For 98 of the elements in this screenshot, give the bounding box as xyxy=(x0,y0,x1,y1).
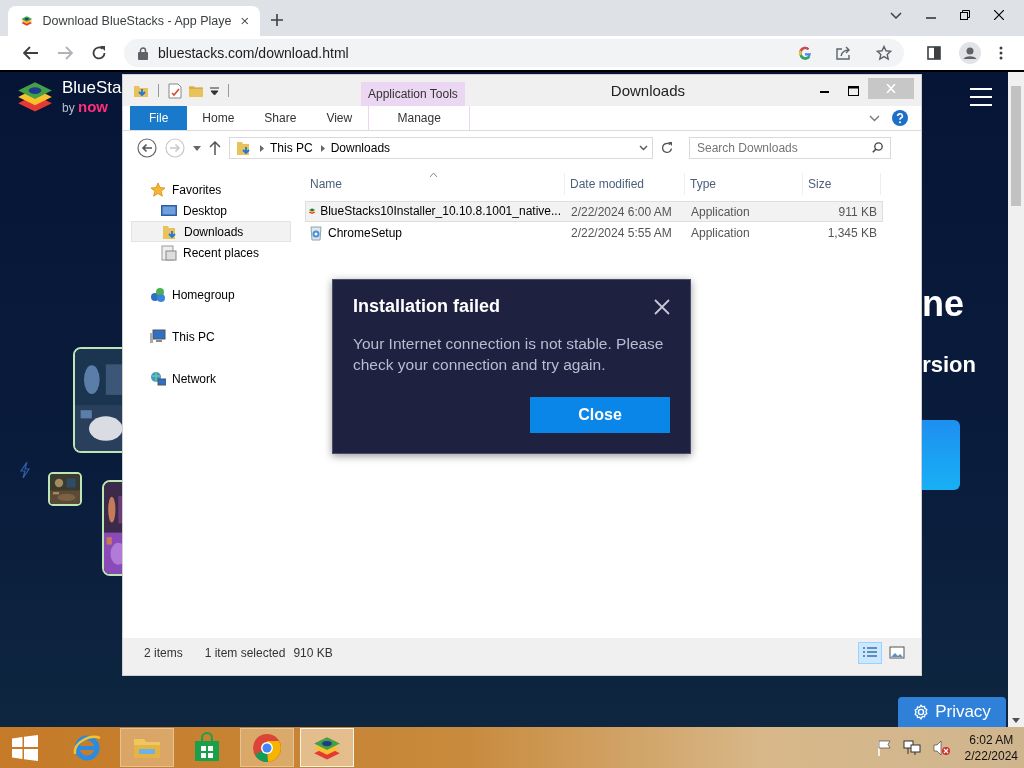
desktop-icon xyxy=(161,202,177,219)
start-icon[interactable] xyxy=(12,734,38,761)
nav-item[interactable]: Desktop xyxy=(131,200,291,221)
lightning-icon xyxy=(20,462,30,478)
maximize-icon[interactable] xyxy=(848,85,859,96)
ribbon-tab[interactable]: Share xyxy=(249,106,312,130)
network-icon xyxy=(150,370,166,387)
taskbar-button[interactable] xyxy=(300,728,354,767)
close-icon xyxy=(886,84,896,93)
close-icon[interactable] xyxy=(994,10,1004,20)
ribbon-tab[interactable]: View xyxy=(311,106,368,130)
chevron-down-icon[interactable] xyxy=(869,114,880,122)
installer-icon xyxy=(308,224,324,241)
breadcrumb-item[interactable]: This PC xyxy=(270,141,313,155)
restore-icon[interactable] xyxy=(960,10,970,20)
table-cell-text: 911 KB xyxy=(837,204,878,219)
chevron-down-icon[interactable] xyxy=(890,12,902,20)
profile-icon[interactable] xyxy=(959,42,981,64)
table-cell-text: Application xyxy=(690,225,751,240)
address-bar[interactable]: bluestacks.com/download.html xyxy=(124,39,904,67)
back-icon[interactable] xyxy=(137,138,157,158)
file-row[interactable]: BlueStacks10Installer_10.10.8.1001_native... 2/22/2024 6:00 AM Application 911 KB xyxy=(305,201,883,222)
downloads-folder-icon xyxy=(236,140,252,156)
details-view-icon[interactable] xyxy=(858,642,882,664)
network-icon[interactable] xyxy=(902,739,921,756)
nav-item[interactable]: Downloads xyxy=(131,221,291,242)
dropdown-icon[interactable] xyxy=(210,86,219,95)
google-icon[interactable] xyxy=(798,46,812,60)
star-icon xyxy=(150,181,166,198)
close-icon[interactable] xyxy=(240,16,248,26)
ribbon-tab[interactable]: Manage xyxy=(368,106,471,130)
column-header[interactable]: Type xyxy=(685,173,803,195)
nav-item[interactable]: Recent places xyxy=(131,242,291,263)
close-button[interactable]: Close xyxy=(530,397,670,433)
dialog-title: Installation failed xyxy=(353,296,501,317)
scroll-thumb[interactable] xyxy=(1011,86,1021,206)
file-row[interactable]: ChromeSetup 2/22/2024 5:55 AM Application 1,345 KB xyxy=(305,222,883,243)
window-title: Downloads xyxy=(609,82,687,99)
refresh-icon[interactable] xyxy=(661,142,673,154)
reload-icon[interactable] xyxy=(91,45,107,61)
column-header[interactable]: Size xyxy=(803,173,881,195)
column-header[interactable]: Name xyxy=(305,173,565,195)
properties-icon[interactable] xyxy=(168,82,182,99)
table-cell-text: Application xyxy=(690,204,751,219)
recent-places-icon xyxy=(161,244,177,261)
star-icon[interactable] xyxy=(876,45,892,61)
homegroup-icon xyxy=(150,286,166,303)
nav-item[interactable]: Favorites xyxy=(131,179,291,200)
chrome-icon xyxy=(251,731,283,764)
table-cell-text: 2/22/2024 5:55 AM xyxy=(570,225,673,240)
dropdown-icon[interactable] xyxy=(193,145,201,151)
contextual-tab-header: Application Tools xyxy=(361,82,465,106)
lock-icon xyxy=(138,46,148,60)
logo-text: BlueSta xyxy=(62,78,122,99)
file-menu-tab[interactable]: File xyxy=(130,106,188,130)
heading-text: ne xyxy=(922,286,964,322)
share-icon[interactable] xyxy=(836,46,852,60)
downloads-folder-icon xyxy=(162,223,178,240)
file-name: ChromeSetup xyxy=(328,225,403,240)
scroll-down-icon[interactable] xyxy=(1012,718,1020,723)
address-field[interactable]: This PC Downloads xyxy=(229,137,653,159)
column-header[interactable]: Date modified xyxy=(565,173,685,195)
status-text: 910 KB xyxy=(293,646,333,660)
side-panel-icon[interactable] xyxy=(927,46,941,60)
search-icon xyxy=(872,142,883,153)
logo-tagline: by now xyxy=(62,98,109,116)
breadcrumb-arrow-icon xyxy=(320,144,325,152)
search-field[interactable]: Search Downloads xyxy=(689,137,891,159)
chevron-down-icon[interactable] xyxy=(639,145,648,151)
nav-item[interactable]: Network xyxy=(131,368,291,389)
flag-icon[interactable] xyxy=(876,739,891,756)
scrollbar[interactable] xyxy=(1008,72,1024,727)
breadcrumb-arrow-icon xyxy=(260,144,264,152)
menu-icon[interactable] xyxy=(999,46,1003,60)
settings-icon xyxy=(913,704,930,720)
nav-item[interactable]: This PC xyxy=(131,326,291,347)
computer-icon xyxy=(150,328,166,345)
subheading-text: rsion xyxy=(922,352,976,378)
privacy-button[interactable]: Privacy xyxy=(898,697,1006,727)
browser-tab[interactable]: Download BlueStacks - App Playe xyxy=(8,6,260,36)
up-arrow-icon[interactable] xyxy=(209,141,221,155)
back-icon[interactable] xyxy=(23,46,39,60)
status-text: 2 items xyxy=(144,646,183,660)
dialog-message: Your Internet connection is not stable. Please check your connection and try again. xyxy=(353,334,665,375)
status-text: 1 item selected xyxy=(204,646,286,660)
menu-icon[interactable] xyxy=(970,88,992,106)
file-name: BlueStacks10Installer_10.10.8.1001_native... xyxy=(320,204,561,219)
table-cell-text: 1,345 KB xyxy=(826,225,878,240)
taskbar-button[interactable] xyxy=(240,728,294,767)
nav-item[interactable]: Homegroup xyxy=(131,284,291,305)
new-tab-icon[interactable] xyxy=(270,13,284,27)
tab-title: Download BlueStacks - App Playe xyxy=(42,14,232,28)
ribbon-tab[interactable]: Home xyxy=(187,106,250,130)
breadcrumb-item[interactable]: Downloads xyxy=(330,141,391,155)
help-icon[interactable] xyxy=(892,110,908,126)
speaker-muted-icon[interactable] xyxy=(932,739,951,756)
clock[interactable]: 6:02 AM 2/22/2024 xyxy=(964,731,1018,764)
table-cell-text: 2/22/2024 6:00 AM xyxy=(570,204,673,219)
